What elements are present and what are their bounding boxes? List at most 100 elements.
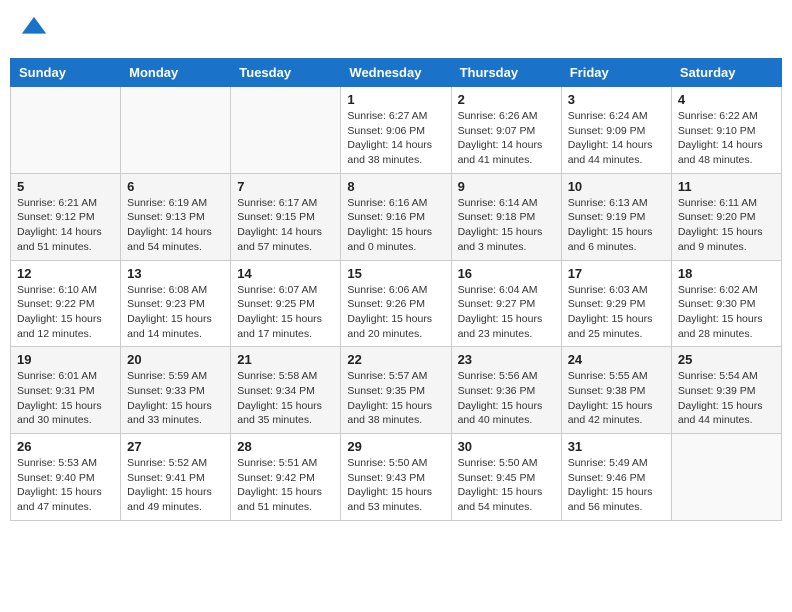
table-cell: 14 Sunrise: 6:07 AM Sunset: 9:25 PM Dayli… <box>231 260 341 347</box>
day-number: 17 <box>568 266 665 281</box>
day-info: Sunrise: 6:26 AM Sunset: 9:07 PM Dayligh… <box>458 109 555 168</box>
day-info: Sunrise: 6:10 AM Sunset: 9:22 PM Dayligh… <box>17 283 114 342</box>
day-number: 12 <box>17 266 114 281</box>
table-cell: 16 Sunrise: 6:04 AM Sunset: 9:27 PM Dayli… <box>451 260 561 347</box>
day-number: 10 <box>568 179 665 194</box>
table-cell: 17Sunrise: 6:03 AM Sunset: 9:29 PM Dayli… <box>561 260 671 347</box>
day-info: Sunrise: 6:16 AM Sunset: 9:16 PM Dayligh… <box>347 196 444 255</box>
day-number: 7 <box>237 179 334 194</box>
day-info: Sunrise: 5:57 AM Sunset: 9:35 PM Dayligh… <box>347 369 444 428</box>
calendar-week-row: 26 Sunrise: 5:53 AM Sunset: 9:40 PM Dayli… <box>11 434 782 521</box>
day-number: 28 <box>237 439 334 454</box>
col-monday: Monday <box>121 59 231 87</box>
day-info: Sunrise: 6:06 AM Sunset: 9:26 PM Dayligh… <box>347 283 444 342</box>
day-number: 13 <box>127 266 224 281</box>
table-cell: 13Sunrise: 6:08 AM Sunset: 9:23 PM Dayli… <box>121 260 231 347</box>
day-number: 2 <box>458 92 555 107</box>
col-saturday: Saturday <box>671 59 781 87</box>
table-cell <box>671 434 781 521</box>
day-info: Sunrise: 5:56 AM Sunset: 9:36 PM Dayligh… <box>458 369 555 428</box>
day-info: Sunrise: 5:54 AM Sunset: 9:39 PM Dayligh… <box>678 369 775 428</box>
table-cell: 30 Sunrise: 5:50 AM Sunset: 9:45 PM Dayli… <box>451 434 561 521</box>
day-info: Sunrise: 6:17 AM Sunset: 9:15 PM Dayligh… <box>237 196 334 255</box>
day-info: Sunrise: 6:11 AM Sunset: 9:20 PM Dayligh… <box>678 196 775 255</box>
day-info: Sunrise: 6:24 AM Sunset: 9:09 PM Dayligh… <box>568 109 665 168</box>
day-info: Sunrise: 6:27 AM Sunset: 9:06 PM Dayligh… <box>347 109 444 168</box>
day-number: 4 <box>678 92 775 107</box>
day-number: 1 <box>347 92 444 107</box>
day-number: 25 <box>678 352 775 367</box>
day-number: 15 <box>347 266 444 281</box>
day-number: 29 <box>347 439 444 454</box>
table-cell: 2 Sunrise: 6:26 AM Sunset: 9:07 PM Daylig… <box>451 87 561 174</box>
day-number: 3 <box>568 92 665 107</box>
day-number: 20 <box>127 352 224 367</box>
day-info: Sunrise: 6:19 AM Sunset: 9:13 PM Dayligh… <box>127 196 224 255</box>
day-number: 14 <box>237 266 334 281</box>
table-cell: 6 Sunrise: 6:19 AM Sunset: 9:13 PM Daylig… <box>121 173 231 260</box>
table-cell: 29 Sunrise: 5:50 AM Sunset: 9:43 PM Dayli… <box>341 434 451 521</box>
table-cell: 11 Sunrise: 6:11 AM Sunset: 9:20 PM Dayli… <box>671 173 781 260</box>
table-cell <box>11 87 121 174</box>
table-cell: 31Sunrise: 5:49 AM Sunset: 9:46 PM Dayli… <box>561 434 671 521</box>
table-cell: 27 Sunrise: 5:52 AM Sunset: 9:41 PM Dayli… <box>121 434 231 521</box>
table-cell: 10 Sunrise: 6:13 AM Sunset: 9:19 PM Dayli… <box>561 173 671 260</box>
calendar-week-row: 12 Sunrise: 6:10 AM Sunset: 9:22 PM Dayli… <box>11 260 782 347</box>
table-cell: 1 Sunrise: 6:27 AM Sunset: 9:06 PM Daylig… <box>341 87 451 174</box>
table-cell: 3 Sunrise: 6:24 AM Sunset: 9:09 PM Daylig… <box>561 87 671 174</box>
day-info: Sunrise: 6:04 AM Sunset: 9:27 PM Dayligh… <box>458 283 555 342</box>
day-number: 21 <box>237 352 334 367</box>
day-number: 30 <box>458 439 555 454</box>
logo-icon <box>20 15 48 43</box>
day-info: Sunrise: 5:59 AM Sunset: 9:33 PM Dayligh… <box>127 369 224 428</box>
table-cell: 4 Sunrise: 6:22 AM Sunset: 9:10 PM Daylig… <box>671 87 781 174</box>
col-thursday: Thursday <box>451 59 561 87</box>
day-info: Sunrise: 5:52 AM Sunset: 9:41 PM Dayligh… <box>127 456 224 515</box>
table-cell: 25 Sunrise: 5:54 AM Sunset: 9:39 PM Dayli… <box>671 347 781 434</box>
table-cell: 26 Sunrise: 5:53 AM Sunset: 9:40 PM Dayli… <box>11 434 121 521</box>
day-number: 31 <box>568 439 665 454</box>
day-info: Sunrise: 6:01 AM Sunset: 9:31 PM Dayligh… <box>17 369 114 428</box>
table-cell: 19 Sunrise: 6:01 AM Sunset: 9:31 PM Dayli… <box>11 347 121 434</box>
day-info: Sunrise: 5:50 AM Sunset: 9:45 PM Dayligh… <box>458 456 555 515</box>
day-number: 26 <box>17 439 114 454</box>
day-number: 19 <box>17 352 114 367</box>
day-number: 5 <box>17 179 114 194</box>
calendar-week-row: 1 Sunrise: 6:27 AM Sunset: 9:06 PM Daylig… <box>11 87 782 174</box>
calendar-header-row: Sunday Monday Tuesday Wednesday Thursday… <box>11 59 782 87</box>
calendar-week-row: 5Sunrise: 6:21 AM Sunset: 9:12 PM Daylig… <box>11 173 782 260</box>
calendar-table: Sunday Monday Tuesday Wednesday Thursday… <box>10 58 782 521</box>
table-cell: 15 Sunrise: 6:06 AM Sunset: 9:26 PM Dayli… <box>341 260 451 347</box>
day-info: Sunrise: 6:07 AM Sunset: 9:25 PM Dayligh… <box>237 283 334 342</box>
day-number: 24 <box>568 352 665 367</box>
col-wednesday: Wednesday <box>341 59 451 87</box>
day-number: 11 <box>678 179 775 194</box>
col-sunday: Sunday <box>11 59 121 87</box>
day-number: 18 <box>678 266 775 281</box>
col-tuesday: Tuesday <box>231 59 341 87</box>
calendar-week-row: 19 Sunrise: 6:01 AM Sunset: 9:31 PM Dayli… <box>11 347 782 434</box>
day-info: Sunrise: 6:13 AM Sunset: 9:19 PM Dayligh… <box>568 196 665 255</box>
day-number: 27 <box>127 439 224 454</box>
day-number: 9 <box>458 179 555 194</box>
table-cell <box>121 87 231 174</box>
day-info: Sunrise: 5:51 AM Sunset: 9:42 PM Dayligh… <box>237 456 334 515</box>
day-info: Sunrise: 5:53 AM Sunset: 9:40 PM Dayligh… <box>17 456 114 515</box>
table-cell: 7 Sunrise: 6:17 AM Sunset: 9:15 PM Daylig… <box>231 173 341 260</box>
day-info: Sunrise: 6:14 AM Sunset: 9:18 PM Dayligh… <box>458 196 555 255</box>
day-number: 22 <box>347 352 444 367</box>
table-cell: 5Sunrise: 6:21 AM Sunset: 9:12 PM Daylig… <box>11 173 121 260</box>
table-cell: 24Sunrise: 5:55 AM Sunset: 9:38 PM Dayli… <box>561 347 671 434</box>
day-number: 23 <box>458 352 555 367</box>
day-info: Sunrise: 5:50 AM Sunset: 9:43 PM Dayligh… <box>347 456 444 515</box>
day-number: 6 <box>127 179 224 194</box>
day-number: 16 <box>458 266 555 281</box>
day-info: Sunrise: 6:02 AM Sunset: 9:30 PM Dayligh… <box>678 283 775 342</box>
logo <box>20 15 54 43</box>
table-cell: 12 Sunrise: 6:10 AM Sunset: 9:22 PM Dayli… <box>11 260 121 347</box>
table-cell: 21Sunrise: 5:58 AM Sunset: 9:34 PM Dayli… <box>231 347 341 434</box>
day-info: Sunrise: 6:22 AM Sunset: 9:10 PM Dayligh… <box>678 109 775 168</box>
page-header <box>10 10 782 48</box>
table-cell: 20 Sunrise: 5:59 AM Sunset: 9:33 PM Dayli… <box>121 347 231 434</box>
table-cell: 28 Sunrise: 5:51 AM Sunset: 9:42 PM Dayli… <box>231 434 341 521</box>
